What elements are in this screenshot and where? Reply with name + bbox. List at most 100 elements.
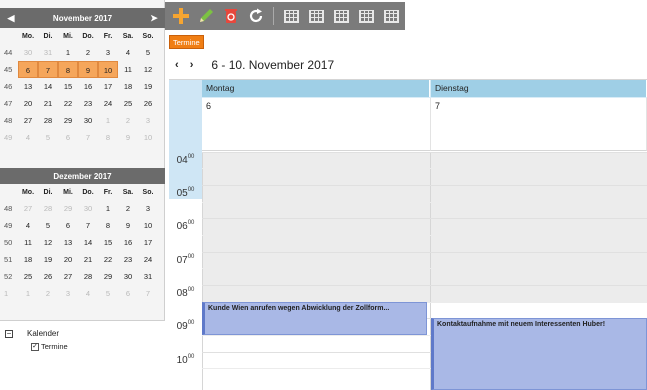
day-column-header-dienstag[interactable]: Dienstag [431, 80, 647, 97]
day-cell[interactable]: 1 [58, 44, 78, 61]
day-cell[interactable]: 17 [98, 78, 118, 95]
refresh-icon[interactable] [246, 6, 266, 26]
day-cell[interactable]: 30 [18, 44, 38, 61]
day-cell[interactable]: 18 [118, 78, 138, 95]
day-cell[interactable]: 2 [78, 44, 98, 61]
day-cell[interactable]: 3 [98, 44, 118, 61]
day-cell[interactable]: 22 [98, 251, 118, 268]
day-date-cell-montag[interactable]: 6 [202, 98, 431, 151]
day-cell[interactable]: 27 [58, 268, 78, 285]
day-cell[interactable]: 1 [98, 200, 118, 217]
day-cell[interactable]: 1 [98, 112, 118, 129]
appointment[interactable]: Kunde Wien anrufen wegen Abwicklung der … [202, 302, 427, 335]
day-cell[interactable]: 29 [98, 268, 118, 285]
edit-pencil-icon[interactable] [196, 6, 216, 26]
day-cell[interactable]: 7 [138, 285, 158, 302]
day-cell[interactable]: 15 [58, 78, 78, 95]
day-cell[interactable]: 29 [58, 200, 78, 217]
month-view-icon[interactable] [356, 6, 376, 26]
day-cell[interactable]: 4 [118, 44, 138, 61]
termine-checkbox[interactable]: ✓ [31, 342, 39, 351]
day-cell[interactable]: 28 [38, 112, 58, 129]
day-cell[interactable]: 2 [118, 200, 138, 217]
day-cell[interactable]: 26 [38, 268, 58, 285]
arrow-left-icon[interactable]: ◀ [4, 11, 18, 25]
day-cell[interactable]: 2 [38, 285, 58, 302]
day-cell[interactable]: 24 [138, 251, 158, 268]
day-cell[interactable]: 4 [18, 217, 38, 234]
day-cell[interactable]: 25 [118, 95, 138, 112]
day-cell-selected[interactable]: 9 [78, 61, 98, 78]
day-cell[interactable]: 9 [118, 129, 138, 146]
day-cell[interactable]: 23 [118, 251, 138, 268]
day-cell[interactable]: 5 [38, 129, 58, 146]
day-cell[interactable]: 3 [138, 112, 158, 129]
day-cell[interactable]: 19 [138, 78, 158, 95]
day-cell[interactable]: 25 [18, 268, 38, 285]
day-cell[interactable]: 8 [98, 129, 118, 146]
day-cell[interactable]: 16 [78, 78, 98, 95]
day-cell[interactable]: 20 [18, 95, 38, 112]
day-cell[interactable]: 28 [78, 268, 98, 285]
add-icon[interactable] [171, 6, 191, 26]
day-cell[interactable]: 3 [138, 200, 158, 217]
day-cell[interactable]: 23 [78, 95, 98, 112]
day-cell[interactable]: 31 [138, 268, 158, 285]
day-cell[interactable]: 4 [78, 285, 98, 302]
appointment[interactable]: Kontaktaufnahme mit neuem Interessenten … [431, 318, 647, 390]
day-cell[interactable]: 16 [118, 234, 138, 251]
day-cell[interactable]: 4 [18, 129, 38, 146]
day-cell[interactable]: 5 [38, 217, 58, 234]
day-cell[interactable]: 10 [138, 217, 158, 234]
collapse-icon[interactable]: − [5, 329, 13, 338]
day-cell[interactable]: 6 [118, 285, 138, 302]
day-cell-selected[interactable]: 6 [18, 61, 38, 78]
day-cell[interactable]: 19 [38, 251, 58, 268]
day-cell[interactable]: 30 [78, 200, 98, 217]
day-cell[interactable]: 15 [98, 234, 118, 251]
day-cell[interactable]: 27 [18, 112, 38, 129]
work-week-view-icon[interactable] [306, 6, 326, 26]
day-cell[interactable]: 14 [38, 78, 58, 95]
day-cell[interactable]: 14 [78, 234, 98, 251]
arrow-right-icon[interactable]: ➤ [147, 11, 161, 25]
day-cell[interactable]: 31 [38, 44, 58, 61]
day-cell[interactable]: 21 [38, 95, 58, 112]
day-cell[interactable]: 7 [78, 129, 98, 146]
day-cell[interactable]: 28 [38, 200, 58, 217]
day-cell[interactable]: 7 [78, 217, 98, 234]
day-cell[interactable]: 12 [38, 234, 58, 251]
day-cell[interactable]: 30 [118, 268, 138, 285]
timeline-view-icon[interactable] [381, 6, 401, 26]
day-cell[interactable]: 17 [138, 234, 158, 251]
day-cell[interactable]: 21 [78, 251, 98, 268]
tab-termine[interactable]: Termine [169, 35, 204, 49]
day-cell[interactable]: 27 [18, 200, 38, 217]
delete-icon[interactable] [221, 6, 241, 26]
day-cell[interactable]: 26 [138, 95, 158, 112]
day-cell[interactable]: 12 [138, 61, 158, 78]
day-cell[interactable]: 3 [58, 285, 78, 302]
day-cell[interactable]: 22 [58, 95, 78, 112]
day-cell-selected[interactable]: 7 [38, 61, 58, 78]
day-cell-selected[interactable]: 8 [58, 61, 78, 78]
day-cell[interactable]: 8 [98, 217, 118, 234]
day-cell[interactable]: 9 [118, 217, 138, 234]
day-cell[interactable]: 2 [118, 112, 138, 129]
day-cell[interactable]: 24 [98, 95, 118, 112]
day-date-cell-dienstag[interactable]: 7 [431, 98, 647, 151]
day-cell[interactable]: 30 [78, 112, 98, 129]
day-cell[interactable]: 5 [138, 44, 158, 61]
day-cell[interactable]: 5 [98, 285, 118, 302]
day-column-header-montag[interactable]: Montag [202, 80, 430, 97]
day-cell-selected[interactable]: 10 [98, 61, 118, 78]
day-cell[interactable]: 10 [138, 129, 158, 146]
day-cell[interactable]: 13 [58, 234, 78, 251]
day-cell[interactable]: 13 [18, 78, 38, 95]
day-view-icon[interactable] [281, 6, 301, 26]
day-cell[interactable]: 18 [18, 251, 38, 268]
day-cell[interactable]: 11 [18, 234, 38, 251]
day-cell[interactable]: 6 [58, 217, 78, 234]
date-navigation-arrows[interactable]: ‹ › [175, 59, 197, 71]
time-grid[interactable]: 0400 0500 0600 0700 0800 0900 1000 Kunde… [169, 152, 647, 390]
